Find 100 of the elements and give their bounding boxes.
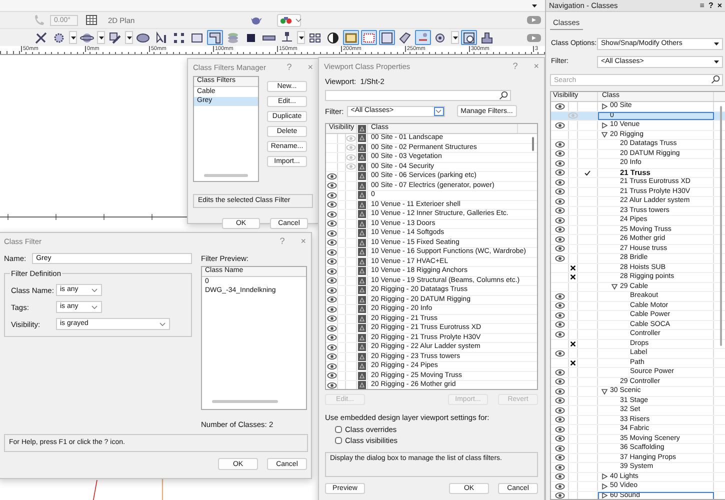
x-mark-icon[interactable] (570, 264, 576, 271)
eye-icon[interactable] (554, 150, 564, 158)
eye-icon[interactable] (326, 372, 336, 380)
search-icon[interactable] (499, 91, 508, 100)
eye-icon[interactable] (554, 226, 564, 234)
eye-icon[interactable] (554, 207, 564, 214)
title-button[interactable]: ? (708, 1, 714, 10)
frame-tool[interactable] (343, 30, 359, 45)
eye-icon[interactable] (326, 210, 336, 218)
expander-icon[interactable] (601, 492, 608, 499)
x-mark-icon[interactable] (570, 360, 576, 366)
scrollbar[interactable] (204, 174, 248, 177)
clock-tool[interactable] (461, 30, 477, 45)
chevron-icon (435, 108, 442, 114)
eye-icon[interactable] (554, 368, 564, 376)
square-tool[interactable] (379, 30, 395, 45)
eye-icon[interactable] (326, 286, 336, 294)
eye-icon[interactable] (554, 178, 564, 186)
eye-icon[interactable] (326, 277, 336, 284)
eye-icon[interactable] (554, 102, 564, 110)
eye-icon[interactable] (326, 230, 336, 237)
title-button[interactable]: × (717, 1, 722, 10)
checkbox[interactable] (335, 437, 342, 444)
eye-icon[interactable] (554, 454, 564, 462)
expander-icon[interactable] (611, 283, 618, 290)
expander-icon[interactable] (601, 388, 608, 395)
four-squares-tool[interactable] (171, 30, 187, 45)
search-icon[interactable] (711, 75, 720, 84)
eye-icon[interactable] (326, 220, 336, 228)
eye-icon[interactable] (554, 350, 564, 357)
eye-icon[interactable] (554, 245, 564, 252)
eye-icon[interactable] (554, 378, 564, 386)
eye-icon[interactable] (554, 169, 564, 176)
dotted-frame-tool[interactable] (361, 30, 377, 45)
binoculars-dropdown[interactable] (276, 14, 301, 26)
eye-icon[interactable] (554, 426, 564, 433)
eye-icon[interactable] (554, 482, 564, 490)
eye-icon[interactable] (326, 201, 336, 208)
eye-icon[interactable] (326, 239, 336, 246)
eye-icon[interactable] (326, 192, 336, 199)
eye-icon[interactable] (326, 268, 336, 275)
eye-icon[interactable] (326, 324, 336, 332)
eye-icon[interactable] (326, 182, 336, 190)
eye-icon[interactable] (326, 172, 336, 180)
eye-icon[interactable] (554, 444, 564, 452)
scrollbar[interactable] (720, 106, 722, 346)
eye-icon[interactable] (554, 292, 564, 300)
eye-icon[interactable] (326, 296, 336, 304)
eye-icon[interactable] (554, 388, 564, 395)
caret-icon (452, 36, 458, 40)
eye-icon[interactable] (554, 321, 564, 328)
eye-icon[interactable] (554, 312, 564, 319)
crossed-tools-tool[interactable] (33, 30, 49, 45)
eye-icon[interactable] (554, 406, 564, 414)
expander-icon[interactable] (601, 122, 608, 129)
eye-icon[interactable] (326, 344, 336, 351)
eye-icon[interactable] (326, 382, 336, 389)
eye-icon[interactable] (326, 258, 336, 266)
eye-icon[interactable] (554, 330, 564, 338)
scroll-button[interactable] (527, 34, 541, 42)
x-mark-icon[interactable] (570, 274, 576, 280)
plan-tool[interactable] (207, 30, 223, 45)
eye-icon[interactable] (554, 492, 564, 499)
eye-icon[interactable] (554, 236, 564, 243)
expander-icon[interactable] (601, 102, 608, 110)
half-circle-tool[interactable] (325, 30, 341, 45)
eye-icon[interactable] (554, 435, 564, 442)
eye-icon[interactable] (554, 140, 564, 148)
eye-icon[interactable] (554, 397, 564, 404)
eye-icon[interactable] (326, 362, 336, 370)
eye-icon[interactable] (554, 160, 564, 167)
eye-icon[interactable] (554, 216, 564, 224)
stamp-tool[interactable] (479, 30, 495, 45)
scrollbar[interactable] (212, 400, 278, 403)
scrollbar[interactable] (532, 137, 534, 151)
eye-icon[interactable] (554, 464, 564, 471)
grid-icon[interactable] (86, 15, 97, 25)
eye-icon[interactable] (326, 334, 336, 342)
x-mark-icon[interactable] (570, 340, 576, 347)
expander-icon[interactable] (601, 482, 608, 490)
eye-icon[interactable] (554, 416, 564, 424)
eye-icon[interactable] (326, 353, 336, 360)
eye-icon[interactable] (554, 254, 564, 262)
checkbox[interactable] (335, 426, 342, 433)
eye-icon[interactable] (554, 122, 564, 129)
eye-icon[interactable] (554, 188, 564, 196)
teapot-icon[interactable] (250, 15, 262, 25)
expander-icon[interactable] (601, 131, 608, 138)
eye-icon[interactable] (554, 473, 564, 480)
title-button[interactable]: ≡ (700, 1, 704, 10)
pencil-shapes-tool[interactable] (107, 30, 123, 45)
expander-icon[interactable] (601, 473, 608, 480)
search-field[interactable] (325, 90, 511, 101)
eye-icon[interactable] (554, 302, 564, 310)
eye-icon[interactable] (326, 248, 336, 256)
eye-icon[interactable] (554, 198, 564, 205)
scroll-button[interactable] (527, 16, 541, 24)
eye-icon[interactable] (326, 306, 336, 313)
eye-icon[interactable] (326, 315, 336, 322)
link-tool[interactable] (415, 30, 431, 45)
